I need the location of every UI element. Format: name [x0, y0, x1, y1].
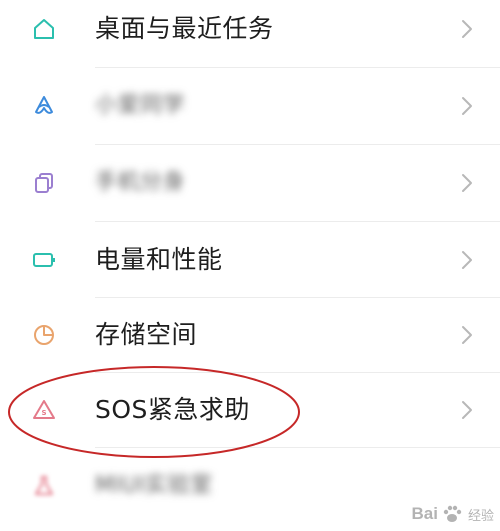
settings-item-label: SOS紧急求助	[95, 395, 250, 424]
watermark-suffix: 经验	[467, 507, 494, 523]
chevron-right-icon	[462, 97, 472, 115]
settings-item-phone-clone[interactable]: 手机分身	[0, 145, 500, 221]
settings-item-sos-emergency[interactable]: S SOS紧急求助	[0, 372, 500, 448]
sos-alert-icon: S	[30, 396, 58, 424]
settings-list: 桌面与最近任务 小爱同学 手机分身 电量和性能 存储空间 S SOS紧急求助 M…	[0, 0, 500, 531]
home-icon	[30, 15, 58, 43]
settings-item-label: 电量和性能	[95, 245, 223, 274]
paw-icon	[443, 505, 462, 522]
chevron-right-icon	[462, 326, 472, 344]
settings-item-label: MIUI实验室	[95, 473, 213, 498]
settings-item-storage[interactable]: 存储空间	[0, 297, 500, 373]
svg-text:S: S	[41, 409, 46, 417]
settings-item-label: 桌面与最近任务	[95, 14, 274, 43]
chevron-right-icon	[462, 20, 472, 38]
miui-lab-icon	[30, 472, 58, 500]
chevron-right-icon	[462, 401, 472, 419]
settings-item-desktop-recents[interactable]: 桌面与最近任务	[0, 0, 500, 67]
chevron-right-icon	[462, 251, 472, 269]
settings-item-label: 手机分身	[95, 170, 186, 195]
settings-item-battery-performance[interactable]: 电量和性能	[0, 222, 500, 298]
watermark-brand: Bai	[411, 504, 438, 523]
baidu-watermark: Bai 经验	[412, 503, 494, 525]
storage-pie-icon	[30, 321, 58, 349]
battery-icon	[30, 246, 58, 274]
phone-clone-icon	[30, 169, 58, 197]
settings-item-label: 存储空间	[95, 320, 198, 349]
settings-item-label: 小爱同学	[95, 93, 186, 118]
chevron-right-icon	[462, 174, 472, 192]
settings-item-xiaoai[interactable]: 小爱同学	[0, 68, 500, 144]
xiaoai-assistant-icon	[30, 92, 58, 120]
